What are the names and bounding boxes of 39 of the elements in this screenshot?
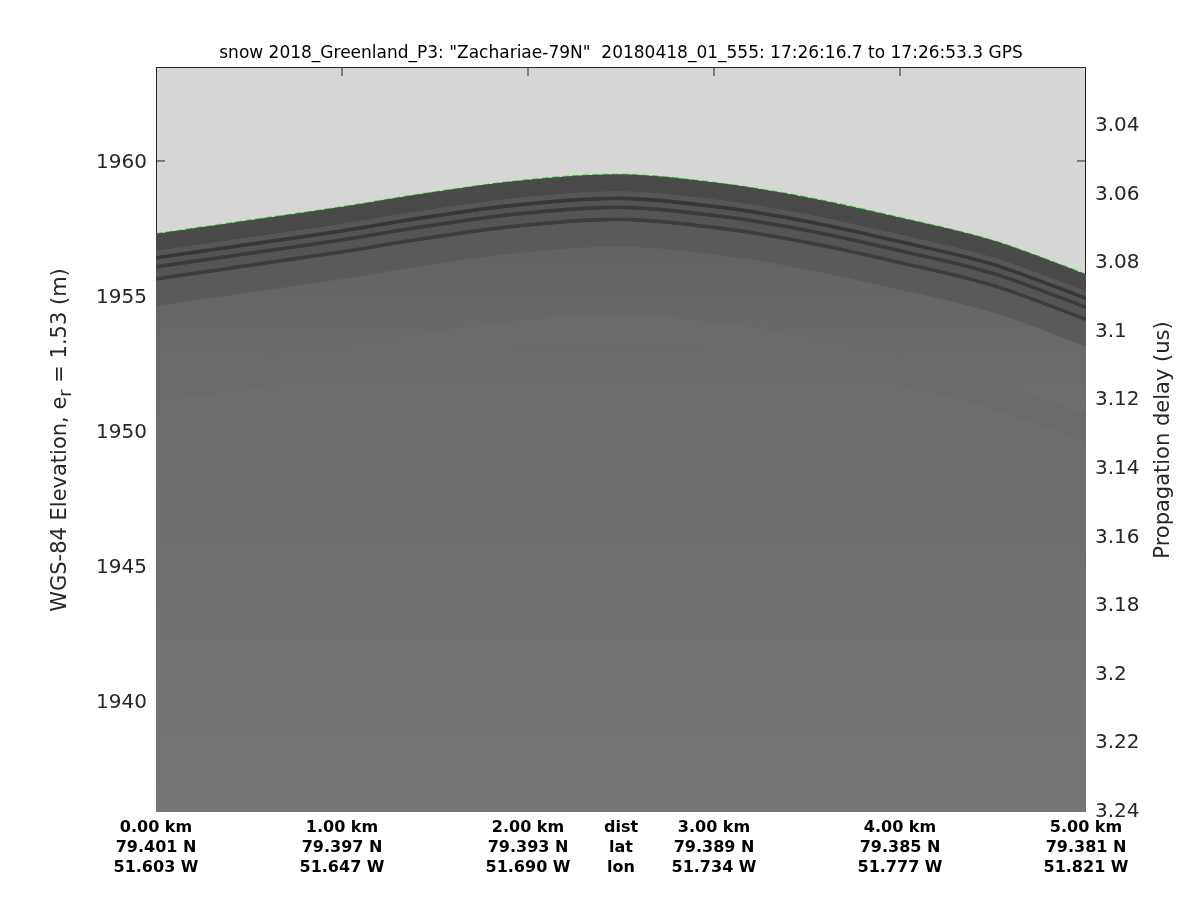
right-axis-tick-label: 3.08: [1095, 253, 1140, 270]
row-label: lat: [609, 839, 633, 855]
right-axis-tick-label: 3.1: [1095, 321, 1127, 338]
coordinate-tick-label: 51.734 W: [671, 859, 757, 875]
coordinate-tick-label: 51.777 W: [857, 859, 943, 875]
distance-tick-label: 1.00 km: [305, 819, 379, 835]
distance-tick-label: 4.00 km: [863, 819, 937, 835]
coordinate-tick-label: 79.381 N: [1045, 839, 1127, 855]
right-axis-tick-label: 3.16: [1095, 527, 1140, 544]
right-axis-tick-label: 3.18: [1095, 596, 1140, 613]
right-axis-tick-label: 3.14: [1095, 458, 1140, 475]
right-axis-tick-label: 3.04: [1095, 115, 1140, 132]
right-axis-tick-label: 3.2: [1095, 664, 1127, 681]
distance-tick-label: 0.00 km: [119, 819, 193, 835]
coordinate-tick-label: 51.647 W: [299, 859, 385, 875]
row-label: lon: [607, 859, 635, 875]
x-axis-label: dist: [603, 819, 639, 835]
y-axis-tick-label: 1945: [96, 556, 147, 576]
coordinate-tick-label: 79.393 N: [487, 839, 569, 855]
coordinate-tick-label: 79.401 N: [115, 839, 197, 855]
chart-title: snow 2018_Greenland_P3: "Zachariae-79N" 20180418_01_555: 17:26:16.7 to 17:26:53.3 GPS: [219, 42, 1023, 62]
y-axis-tick-label: 1960: [96, 150, 147, 171]
right-axis-label: Propagation delay (us): [1150, 320, 1174, 559]
coordinate-tick-label: 79.397 N: [301, 839, 383, 855]
coordinate-tick-label: 79.389 N: [673, 839, 755, 855]
y-axis-tick-label: 1955: [96, 285, 147, 306]
distance-tick-label: 3.00 km: [677, 819, 751, 835]
right-axis-tick-label: 3.22: [1095, 733, 1140, 750]
coordinate-tick-label: 51.603 W: [113, 859, 199, 875]
distance-tick-label: 2.00 km: [491, 819, 565, 835]
coordinate-tick-label: 51.690 W: [485, 859, 571, 875]
coordinate-tick-label: 79.385 N: [859, 839, 941, 855]
right-axis-tick-label: 3.06: [1095, 184, 1140, 201]
y-axis-tick-label: 1940: [96, 691, 147, 711]
right-axis-tick-label: 3.12: [1095, 390, 1140, 407]
distance-tick-label: 5.00 km: [1049, 819, 1123, 835]
y-axis-tick-label: 1950: [96, 421, 147, 441]
coordinate-tick-label: 51.821 W: [1043, 859, 1129, 875]
right-axis-tick-label: 3.24: [1095, 801, 1140, 818]
